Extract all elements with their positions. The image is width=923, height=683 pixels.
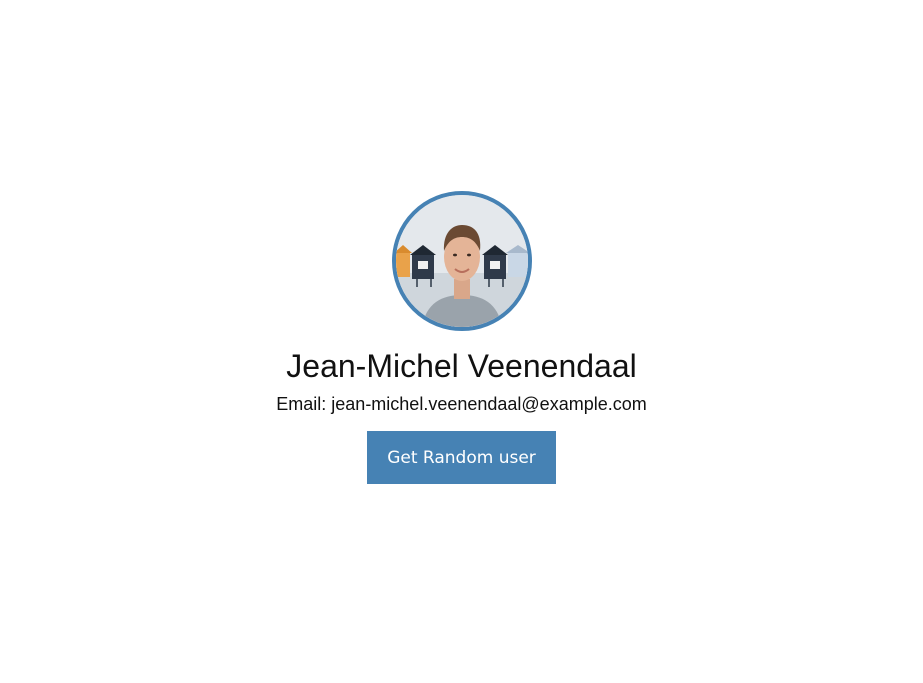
avatar-photo <box>395 195 528 327</box>
email-value: jean-michel.veenendaal@example.com <box>331 394 647 414</box>
user-card: Jean-Michel Veenendaal Email: jean-miche… <box>0 191 923 484</box>
get-random-user-button[interactable]: Get Random user <box>367 431 556 484</box>
email-label: Email: <box>276 394 327 414</box>
avatar <box>391 191 532 331</box>
page: Jean-Michel Veenendaal Email: jean-miche… <box>0 0 923 683</box>
email-line: Email: jean-michel.veenendaal@example.co… <box>276 393 646 415</box>
user-name: Jean-Michel Veenendaal <box>286 348 637 384</box>
